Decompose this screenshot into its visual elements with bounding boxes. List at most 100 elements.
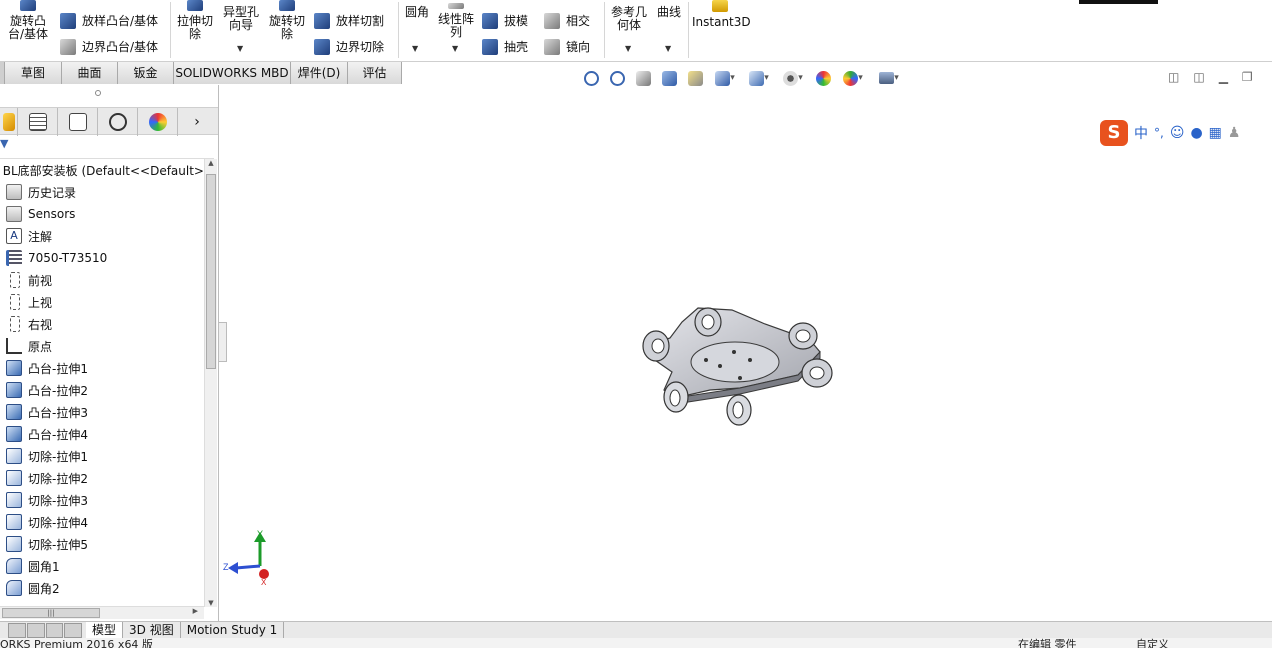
boss-extrude-icon <box>6 426 22 442</box>
revolve-cut-button[interactable]: 旋转切 除 <box>266 0 308 41</box>
apply-scene-icon[interactable]: ▾ <box>838 68 868 88</box>
ime-language-toggle[interactable]: 中 <box>1134 123 1148 143</box>
hole-wizard-button[interactable]: 异型孔 向导 <box>220 6 262 32</box>
intersect-button[interactable]: 相交 <box>544 12 590 29</box>
linear-pattern-dropdown-icon[interactable]: ▼ <box>452 44 458 53</box>
tab-3d-view[interactable]: 3D 视图 <box>123 621 181 639</box>
tree-vertical-scrollbar[interactable]: ▲ ▼ <box>204 159 217 607</box>
tree-item-right-plane[interactable]: 右视 <box>0 313 204 335</box>
part-model-svg: Y Z X <box>223 307 833 587</box>
edit-appearance-icon[interactable] <box>812 68 834 88</box>
panel-grip-icon[interactable] <box>95 90 101 96</box>
sogou-logo-icon[interactable]: S <box>1100 120 1128 146</box>
tree-item-material[interactable]: 7050-T73510 <box>0 247 204 269</box>
tree-item-fillet-2[interactable]: 圆角2 <box>0 577 204 599</box>
tree-item-boss-extrude-2[interactable]: 凸台-拉伸2 <box>0 379 204 401</box>
restore-left-icon[interactable]: ◫ <box>1168 70 1179 84</box>
restore-right-icon[interactable]: ◫ <box>1193 70 1204 84</box>
ime-user-icon[interactable]: ♟ <box>1228 125 1241 141</box>
boundary-cut-button[interactable]: 边界切除 <box>314 38 384 55</box>
tree-item-boss-extrude-3[interactable]: 凸台-拉伸3 <box>0 401 204 423</box>
tree-item-cut-extrude-2[interactable]: 切除-拉伸2 <box>0 467 204 489</box>
hide-show-items-icon[interactable]: ▾ <box>778 68 808 88</box>
dynamic-annotation-icon[interactable] <box>684 68 706 88</box>
tree-filter[interactable]: ▼ <box>0 135 214 159</box>
view-settings-icon[interactable]: ▾ <box>872 68 906 88</box>
vertical-scroll-thumb[interactable] <box>206 174 216 369</box>
tree-item-front-plane[interactable]: 前视 <box>0 269 204 291</box>
ime-keyboard-icon[interactable]: ▦ <box>1209 125 1222 141</box>
tab-display-manager[interactable] <box>138 108 178 136</box>
cut-extrude-icon <box>6 536 22 552</box>
tree-item-boss-extrude-4[interactable]: 凸台-拉伸4 <box>0 423 204 445</box>
hole-wizard-dropdown-icon[interactable]: ▼ <box>237 44 243 53</box>
section-view-icon[interactable] <box>658 68 680 88</box>
zoom-to-fit-icon[interactable] <box>580 68 602 88</box>
reference-geometry-button[interactable]: 参考几 何体 <box>608 6 650 32</box>
reference-geometry-dropdown-icon[interactable]: ▼ <box>625 44 631 53</box>
ime-voice-icon[interactable]: ● <box>1190 125 1202 141</box>
tab-nav-arrows[interactable] <box>8 622 82 638</box>
view-orientation-icon[interactable]: ▾ <box>710 68 740 88</box>
loft-boss-button[interactable]: 放样凸台/基体 <box>60 12 158 29</box>
tab-surfaces[interactable]: 曲面 <box>62 62 118 84</box>
tree-item-top-plane[interactable]: 上视 <box>0 291 204 313</box>
filter-icon[interactable]: ▼ <box>0 137 8 150</box>
fillet-button[interactable]: 圆角 <box>402 6 432 19</box>
display-manager-icon <box>148 113 167 131</box>
linear-pattern-button[interactable]: 线性阵 列 <box>434 0 478 39</box>
extruded-cut-button[interactable]: 拉伸切 除 <box>174 0 216 41</box>
loft-cut-button[interactable]: 放样切割 <box>314 12 384 29</box>
shell-button[interactable]: 抽壳 <box>482 38 528 55</box>
scroll-right-icon[interactable]: ▶ <box>193 607 198 615</box>
instant3d-icon <box>712 0 728 12</box>
tab-configuration-manager[interactable] <box>58 108 98 136</box>
tab-dimxpert-manager[interactable] <box>98 108 138 136</box>
horizontal-scroll-thumb[interactable]: ||| <box>2 608 100 618</box>
tab-expand-arrow-icon[interactable]: › <box>178 108 216 136</box>
display-style-icon[interactable]: ▾ <box>744 68 774 88</box>
tree-horizontal-scrollbar[interactable]: ||| ▶ <box>0 606 204 619</box>
draft-button[interactable]: 拔模 <box>482 12 528 29</box>
tab-property-manager[interactable] <box>18 108 58 136</box>
previous-view-icon[interactable] <box>632 68 654 88</box>
tab-evaluate[interactable]: 评估 <box>348 62 402 84</box>
status-units-custom[interactable]: 自定义 <box>1136 639 1169 648</box>
mirror-button[interactable]: 镜向 <box>544 38 590 55</box>
tree-item-history[interactable]: 历史记录 <box>0 181 204 203</box>
revolve-cut-icon <box>279 0 295 11</box>
tree-item-cut-extrude-4[interactable]: 切除-拉伸4 <box>0 511 204 533</box>
fillet-dropdown-icon[interactable]: ▼ <box>412 44 418 53</box>
boundary-boss-button[interactable]: 边界凸台/基体 <box>60 38 158 55</box>
graphics-area[interactable]: Y Z X <box>220 90 1272 621</box>
tree-item-boss-extrude-1[interactable]: 凸台-拉伸1 <box>0 357 204 379</box>
zoom-to-area-icon[interactable] <box>606 68 628 88</box>
ime-punctuation-toggle[interactable]: °, <box>1154 126 1164 140</box>
curves-dropdown-icon[interactable]: ▼ <box>665 44 671 53</box>
annotations-icon: A <box>6 228 22 244</box>
scroll-down-icon[interactable]: ▼ <box>205 599 217 607</box>
tab-sheet-metal[interactable]: 钣金 <box>118 62 174 84</box>
tab-feature-manager[interactable] <box>0 108 18 136</box>
tree-item-sensors[interactable]: Sensors <box>0 203 204 225</box>
tab-weldments[interactable]: 焊件(D) <box>291 62 348 84</box>
tree-root-part[interactable]: BL底部安装板 (Default<<Default> <box>0 159 204 181</box>
instant3d-button[interactable]: Instant3D <box>692 0 751 29</box>
curves-button[interactable]: 曲线 <box>654 6 684 19</box>
tab-sketch[interactable]: 草图 <box>5 62 62 84</box>
tree-item-cut-extrude-1[interactable]: 切除-拉伸1 <box>0 445 204 467</box>
minimize-icon[interactable]: ▁ <box>1219 70 1228 84</box>
tree-item-annotations[interactable]: A 注解 <box>0 225 204 247</box>
revolve-boss-button[interactable]: 旋转凸 台/基体 <box>4 0 52 41</box>
base-plate-model[interactable] <box>642 307 833 426</box>
tree-item-cut-extrude-5[interactable]: 切除-拉伸5 <box>0 533 204 555</box>
tree-item-origin[interactable]: 原点 <box>0 335 204 357</box>
tab-solidworks-mbd[interactable]: SOLIDWORKS MBD <box>174 62 291 84</box>
scroll-up-icon[interactable]: ▲ <box>205 159 217 167</box>
maximize-icon[interactable]: ❐ <box>1242 70 1253 84</box>
tab-model[interactable]: 模型 <box>86 621 124 639</box>
ime-emoji-icon[interactable]: ☺ <box>1170 125 1185 141</box>
tree-item-fillet-1[interactable]: 圆角1 <box>0 555 204 577</box>
tree-item-cut-extrude-3[interactable]: 切除-拉伸3 <box>0 489 204 511</box>
tab-motion-study-1[interactable]: Motion Study 1 <box>181 621 285 639</box>
